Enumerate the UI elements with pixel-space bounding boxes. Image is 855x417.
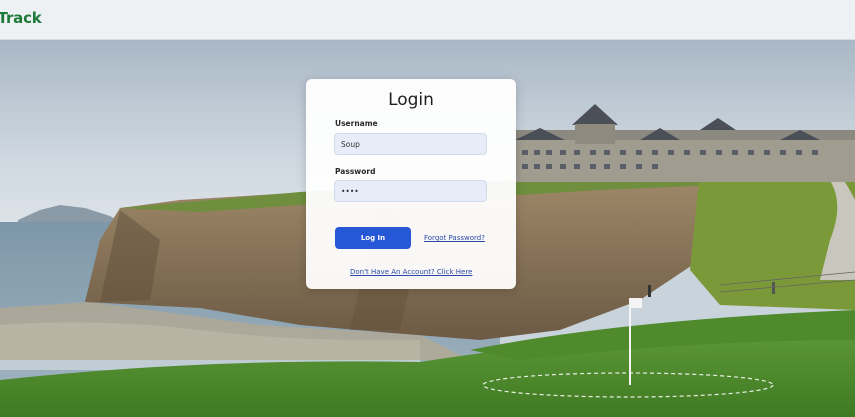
login-card: Login Username Password Log In Forgot Pa…	[306, 79, 516, 289]
username-label: Username	[335, 119, 378, 128]
username-input[interactable]	[334, 133, 487, 155]
password-label: Password	[335, 167, 376, 176]
password-input[interactable]	[334, 180, 487, 202]
forgot-password-link[interactable]: Forgot Password?	[424, 234, 485, 242]
brand-title[interactable]: yTrack	[0, 9, 42, 27]
top-bar: yTrack	[0, 0, 855, 40]
login-title: Login	[388, 90, 434, 110]
signup-link[interactable]: Don't Have An Account? Click Here	[350, 268, 472, 276]
login-button[interactable]: Log In	[335, 227, 411, 249]
